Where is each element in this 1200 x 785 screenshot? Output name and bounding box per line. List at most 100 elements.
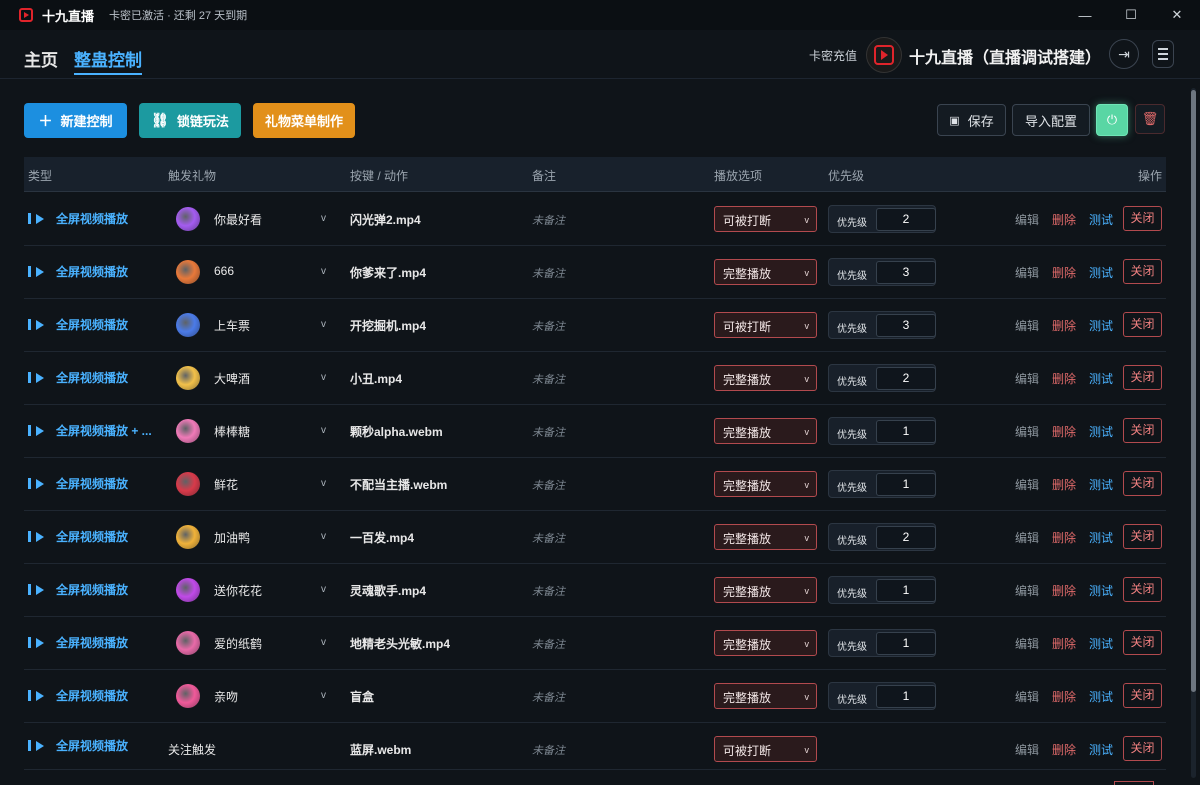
play-option-select[interactable]: 完整播放 v: [714, 365, 817, 391]
priority-input[interactable]: 1: [876, 632, 936, 655]
import-config-button[interactable]: 导入配置: [1012, 104, 1090, 136]
test-button[interactable]: 测试: [1089, 476, 1113, 493]
delete-button[interactable]: 删除: [1052, 317, 1076, 334]
play-option-select[interactable]: 完整播放 v: [714, 418, 817, 444]
note-value[interactable]: 未备注: [532, 636, 565, 652]
test-button[interactable]: 测试: [1089, 264, 1113, 281]
close-toggle-button[interactable]: 关闭: [1123, 471, 1162, 496]
gift-select-chevron-icon[interactable]: v: [321, 637, 326, 648]
edit-button[interactable]: 编辑: [1015, 529, 1039, 546]
play-option-select[interactable]: 完整播放 v: [714, 471, 817, 497]
scrollbar-thumb[interactable]: [1191, 90, 1196, 692]
play-option-select[interactable]: 可被打断 v: [714, 312, 817, 338]
save-button[interactable]: ▣ 保存: [937, 104, 1006, 136]
action-value[interactable]: 不配当主播.webm: [350, 476, 447, 493]
type-cell[interactable]: 全屏视频播放: [28, 616, 128, 669]
delete-all-button[interactable]: 🗑: [1135, 104, 1165, 134]
priority-input[interactable]: 1: [876, 685, 936, 708]
delete-button[interactable]: 删除: [1052, 582, 1076, 599]
delete-button[interactable]: 删除: [1052, 423, 1076, 440]
tab-home[interactable]: 主页: [24, 46, 58, 71]
gift-select-chevron-icon[interactable]: v: [321, 531, 326, 542]
type-cell[interactable]: 全屏视频播放: [28, 457, 128, 510]
action-value[interactable]: 盲盒: [350, 688, 374, 705]
action-value[interactable]: 地精老头光敏.mp4: [350, 635, 450, 652]
priority-input[interactable]: 2: [876, 367, 936, 390]
edit-button[interactable]: 编辑: [1015, 582, 1039, 599]
test-button[interactable]: 测试: [1089, 582, 1113, 599]
gift-select-chevron-icon[interactable]: v: [321, 690, 326, 701]
type-cell[interactable]: 全屏视频播放: [28, 351, 128, 404]
gift-select-chevron-icon[interactable]: v: [321, 425, 326, 436]
delete-button[interactable]: 删除: [1052, 635, 1076, 652]
test-button[interactable]: 测试: [1089, 688, 1113, 705]
chain-play-button[interactable]: ⛓ 锁链玩法: [139, 103, 241, 138]
delete-button[interactable]: 删除: [1052, 529, 1076, 546]
note-value[interactable]: 未备注: [532, 583, 565, 599]
edit-button[interactable]: 编辑: [1015, 423, 1039, 440]
play-option-select[interactable]: 完整播放 v: [714, 577, 817, 603]
gift-select-chevron-icon[interactable]: v: [321, 584, 326, 595]
scrollbar[interactable]: [1191, 88, 1196, 778]
action-value[interactable]: 闪光弹2.mp4: [350, 211, 421, 228]
edit-button[interactable]: 编辑: [1015, 476, 1039, 493]
type-cell[interactable]: 全屏视频播放: [28, 510, 128, 563]
type-cell[interactable]: 全屏视频播放: [28, 245, 128, 298]
close-toggle-button[interactable]: 关闭: [1123, 206, 1162, 231]
edit-button[interactable]: 编辑: [1015, 635, 1039, 652]
note-value[interactable]: 未备注: [532, 689, 565, 705]
test-button[interactable]: 测试: [1089, 741, 1113, 758]
edit-button[interactable]: 编辑: [1015, 264, 1039, 281]
gift-select-chevron-icon[interactable]: v: [321, 478, 326, 489]
action-value[interactable]: 你爹来了.mp4: [350, 264, 426, 281]
type-cell[interactable]: 全屏视频播放: [28, 722, 128, 769]
note-value[interactable]: 未备注: [532, 212, 565, 228]
edit-button[interactable]: 编辑: [1015, 370, 1039, 387]
priority-input[interactable]: 1: [876, 473, 936, 496]
minimize-button[interactable]: —: [1062, 0, 1108, 30]
menu-button[interactable]: [1152, 40, 1174, 68]
tab-prank-control[interactable]: 整蛊控制: [74, 46, 142, 75]
edit-button[interactable]: 编辑: [1015, 688, 1039, 705]
close-toggle-button[interactable]: 关闭: [1123, 683, 1162, 708]
delete-button[interactable]: 删除: [1052, 370, 1076, 387]
test-button[interactable]: 测试: [1089, 211, 1113, 228]
close-toggle-button[interactable]: 关闭: [1123, 524, 1162, 549]
gift-menu-button[interactable]: 礼物菜单制作: [253, 103, 355, 138]
test-button[interactable]: 测试: [1089, 423, 1113, 440]
close-toggle-button[interactable]: 关闭: [1123, 577, 1162, 602]
type-cell[interactable]: 全屏视频播放: [28, 669, 128, 722]
priority-input[interactable]: 2: [876, 208, 936, 231]
type-cell[interactable]: 全屏视频播放: [28, 563, 128, 616]
priority-input[interactable]: 3: [876, 261, 936, 284]
edit-button[interactable]: 编辑: [1015, 317, 1039, 334]
type-cell[interactable]: 全屏视频播放: [28, 298, 128, 351]
logout-button[interactable]: ⇥: [1109, 39, 1139, 69]
close-toggle-button[interactable]: 关闭: [1123, 259, 1162, 284]
close-toggle-button[interactable]: 关闭: [1123, 418, 1162, 443]
play-option-select[interactable]: 可被打断 v: [714, 736, 817, 762]
note-value[interactable]: 未备注: [532, 742, 565, 758]
action-value[interactable]: 小丑.mp4: [350, 370, 402, 387]
priority-input[interactable]: 1: [876, 420, 936, 443]
play-option-select[interactable]: 完整播放 v: [714, 683, 817, 709]
edit-button[interactable]: 编辑: [1015, 741, 1039, 758]
note-value[interactable]: 未备注: [532, 318, 565, 334]
test-button[interactable]: 测试: [1089, 635, 1113, 652]
avatar[interactable]: [866, 37, 902, 73]
play-option-select[interactable]: 完整播放 v: [714, 630, 817, 656]
note-value[interactable]: 未备注: [532, 477, 565, 493]
close-toggle-button[interactable]: 关闭: [1123, 365, 1162, 390]
gift-select-chevron-icon[interactable]: v: [321, 372, 326, 383]
delete-button[interactable]: 删除: [1052, 741, 1076, 758]
play-option-select[interactable]: 完整播放 v: [714, 524, 817, 550]
delete-button[interactable]: 删除: [1052, 264, 1076, 281]
gift-select-chevron-icon[interactable]: v: [321, 213, 326, 224]
note-value[interactable]: 未备注: [532, 424, 565, 440]
action-value[interactable]: 颗秒alpha.webm: [350, 423, 443, 440]
test-button[interactable]: 测试: [1089, 529, 1113, 546]
action-value[interactable]: 灵魂歌手.mp4: [350, 582, 426, 599]
gift-select-chevron-icon[interactable]: v: [321, 319, 326, 330]
delete-button[interactable]: 删除: [1052, 211, 1076, 228]
action-value[interactable]: 一百发.mp4: [350, 529, 414, 546]
